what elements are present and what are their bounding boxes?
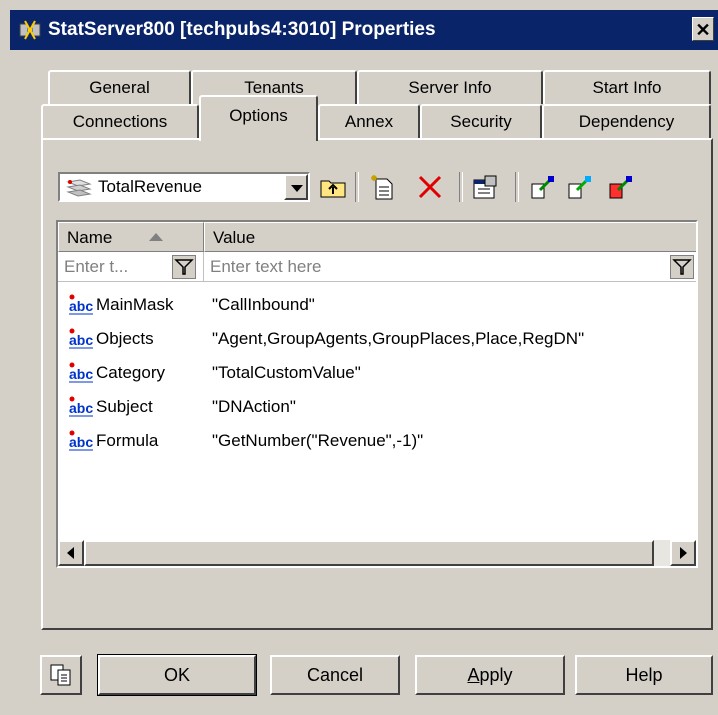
up-folder-icon [320, 180, 346, 198]
tab-start-info[interactable]: Start Info [543, 70, 711, 104]
properties-icon [473, 175, 497, 199]
tab-dependency[interactable]: Dependency [542, 104, 711, 138]
string-value-icon: abc [69, 396, 93, 417]
move-green-arrow-icon [568, 176, 591, 199]
column-header-name[interactable]: Name [58, 222, 204, 252]
toolbar-separator [355, 172, 359, 202]
toolbar-separator [515, 172, 519, 202]
new-document-icon [371, 175, 393, 200]
chevron-down-icon[interactable] [284, 174, 308, 200]
string-value-icon: abc [69, 362, 93, 383]
section-combo[interactable]: TotalRevenue [58, 172, 310, 202]
remove-option-button[interactable] [606, 172, 636, 202]
apply-button[interactable]: Apply [415, 655, 565, 695]
tab-connections[interactable]: Connections [41, 104, 199, 138]
window-title: StatServer800 [techpubs4:3010] Propertie… [48, 19, 436, 40]
value-filter-input[interactable]: Enter text here [204, 252, 696, 282]
string-value-icon: abc [69, 328, 93, 349]
copy-green-arrow-icon [531, 176, 554, 199]
arrow-left-icon [67, 547, 74, 559]
up-folder-button[interactable] [318, 172, 348, 202]
scroll-left-button[interactable] [58, 540, 84, 566]
delete-button[interactable] [415, 172, 445, 202]
tab-general[interactable]: General [48, 70, 191, 104]
delete-icon [418, 175, 442, 199]
move-option-button[interactable] [565, 172, 595, 202]
copy-option-button[interactable] [528, 172, 558, 202]
filter-icon[interactable] [670, 255, 694, 279]
server-icon [19, 20, 41, 40]
tab-annex[interactable]: Annex [318, 104, 420, 138]
sort-ascending-icon [149, 233, 163, 241]
scroll-right-button[interactable] [670, 540, 696, 566]
svg-text:abc: abc [69, 298, 93, 314]
close-icon: ✕ [695, 20, 711, 40]
column-header-value[interactable]: Value [204, 222, 696, 252]
string-value-icon: abc [69, 294, 93, 315]
tab-security[interactable]: Security [420, 104, 542, 138]
red-arrow-icon [609, 176, 632, 199]
section-icon [66, 179, 92, 197]
string-value-icon: abc [69, 430, 93, 451]
copy-icon [50, 664, 71, 686]
properties-dialog: StatServer800 [techpubs4:3010] Propertie… [0, 0, 718, 715]
properties-button[interactable] [470, 172, 500, 202]
arrow-right-icon [680, 547, 687, 559]
svg-text:abc: abc [69, 434, 93, 450]
svg-text:abc: abc [69, 400, 93, 416]
options-list[interactable]: Name Value Enter t... Enter text here ab… [56, 220, 698, 568]
svg-text:abc: abc [69, 332, 93, 348]
close-button[interactable]: ✕ [692, 17, 714, 41]
title-bar: StatServer800 [techpubs4:3010] Propertie… [10, 10, 718, 50]
tab-server-info[interactable]: Server Info [357, 70, 543, 104]
section-combo-value: TotalRevenue [98, 177, 202, 196]
filter-icon[interactable] [172, 255, 196, 279]
scroll-thumb[interactable] [84, 540, 654, 566]
toolbar-separator [459, 172, 463, 202]
svg-text:abc: abc [69, 366, 93, 382]
tab-options[interactable]: Options [199, 95, 318, 141]
horizontal-scrollbar[interactable] [58, 540, 696, 566]
ok-button[interactable]: OK [97, 654, 257, 696]
help-button[interactable]: Help [575, 655, 713, 695]
cancel-button[interactable]: Cancel [270, 655, 400, 695]
new-option-button[interactable] [368, 172, 398, 202]
copy-dialog-button[interactable] [40, 655, 82, 695]
